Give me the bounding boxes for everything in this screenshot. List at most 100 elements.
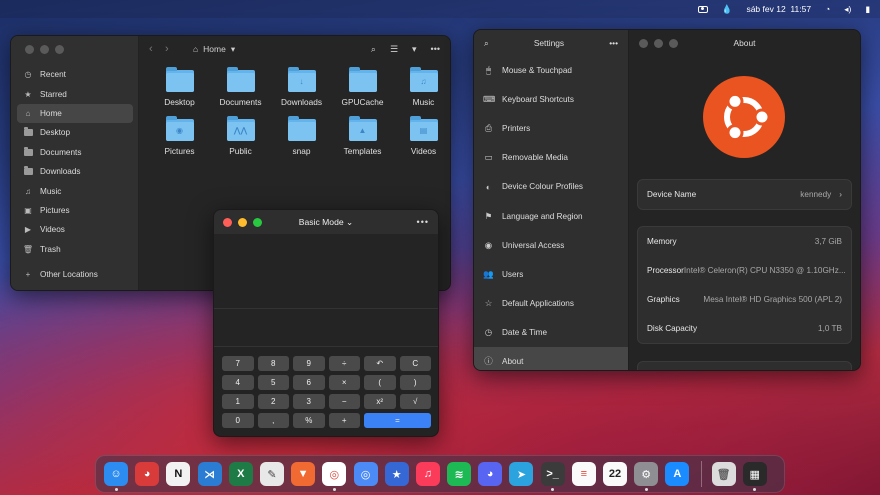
key-button[interactable]: 7 — [222, 356, 254, 371]
key-button[interactable]: 0 — [222, 413, 254, 428]
folder-icon — [23, 146, 33, 157]
chromium-icon[interactable]: ◎ — [353, 462, 378, 486]
device-name-row[interactable]: Device Name kennedy › — [638, 180, 851, 209]
view-options-icon[interactable]: ▾ — [412, 44, 417, 55]
folder-item[interactable]: Desktop — [149, 67, 210, 107]
key-button[interactable]: 5 — [257, 375, 289, 390]
settings-item-printers[interactable]: ⎙ Printers — [474, 114, 628, 143]
key-button[interactable]: 1 — [222, 394, 254, 409]
volume-icon[interactable]: ◂) — [844, 4, 851, 15]
finder-icon[interactable]: ☺ — [104, 462, 128, 491]
folder-item[interactable]: ▲ Templates — [332, 116, 393, 156]
forward-button[interactable]: › — [165, 43, 181, 55]
key-button[interactable]: × — [328, 375, 360, 390]
key-button[interactable]: − — [328, 394, 360, 409]
ghost-icon[interactable]: ◕ — [135, 462, 160, 486]
settings-item-universal-access[interactable]: ◉ Universal Access — [474, 231, 628, 260]
key-button[interactable]: , — [257, 413, 289, 428]
key-button[interactable]: 4 — [222, 375, 254, 390]
mode-selector[interactable]: Basic Mode ⌄ — [214, 217, 438, 228]
key-button[interactable]: ÷ — [328, 356, 360, 371]
path-button[interactable]: ⌂ Home ▾ — [193, 44, 235, 55]
key-button[interactable]: 6 — [293, 375, 325, 390]
terminal-icon[interactable]: >_ — [540, 462, 565, 491]
settings-item-users[interactable]: 👥 Users — [474, 260, 628, 289]
clock-date[interactable]: sáb fev 12 11:57 — [746, 4, 811, 14]
settings-item-default-applications[interactable]: ☆ Default Applications — [474, 289, 628, 318]
reminders-icon[interactable]: ≡ — [571, 462, 596, 486]
folder-item[interactable]: ♫ Music — [393, 67, 450, 107]
key-button[interactable]: % — [293, 413, 325, 428]
search-icon[interactable]: ⌕ — [371, 44, 376, 55]
menu-icon[interactable]: ••• — [431, 44, 440, 54]
excel-icon[interactable]: X — [228, 462, 253, 486]
settings-item-keyboard-shortcuts[interactable]: ⌨ Keyboard Shortcuts — [474, 85, 628, 114]
key-button[interactable]: √ — [399, 394, 431, 409]
folder-item[interactable]: GPUCache — [332, 67, 393, 107]
menu-icon[interactable]: ••• — [609, 38, 618, 48]
folder-item[interactable]: Documents — [210, 67, 271, 107]
calculator-icon[interactable]: ▦ — [742, 462, 767, 491]
chrome-icon[interactable]: ◎ — [322, 462, 347, 491]
maximize-button[interactable] — [55, 45, 64, 54]
sidebar-item-recent[interactable]: ◷ Recent — [17, 65, 133, 84]
key-button[interactable]: C — [399, 356, 431, 371]
key-button[interactable]: + — [328, 413, 360, 428]
sidebar-item-starred[interactable]: ★ Starred — [17, 84, 133, 103]
folder-item[interactable]: ⋀⋀ Public — [210, 116, 271, 156]
sidebar-item-pictures[interactable]: ▣ Pictures — [17, 201, 133, 220]
key-button[interactable]: ) — [399, 375, 431, 390]
color-profile-icon: ◐ — [485, 181, 492, 192]
folder-item[interactable]: ◉ Pictures — [149, 116, 210, 156]
sidebar-item-home[interactable]: ⌂ Home — [17, 103, 133, 124]
settings-item-date-time[interactable]: ◷ Date & Time — [474, 318, 628, 347]
spotify-icon[interactable]: ≋ — [447, 462, 472, 486]
settings-item-removable-media[interactable]: ▭ Removable Media — [474, 143, 628, 172]
sidebar-item-label: Pictures — [40, 205, 70, 215]
sidebar-item-videos[interactable]: ▶ Videos — [17, 220, 133, 239]
settings-item-about[interactable]: ⓘ About — [474, 346, 628, 370]
notes-icon[interactable]: ✎ — [259, 462, 284, 486]
calculator-input[interactable] — [214, 309, 438, 347]
key-button[interactable]: 8 — [257, 356, 289, 371]
close-button[interactable] — [25, 45, 34, 54]
appstore-icon[interactable]: A — [665, 462, 690, 486]
key-button[interactable]: ( — [364, 375, 396, 390]
discord-icon[interactable]: ◕ — [478, 462, 503, 486]
calendar-icon[interactable]: 22 — [603, 462, 627, 486]
folder-item[interactable]: ↓ Downloads — [271, 67, 332, 107]
trash-icon[interactable]: 🗑 — [711, 462, 736, 486]
back-button[interactable]: ‹ — [149, 43, 165, 55]
key-button[interactable]: 3 — [293, 394, 325, 409]
key-button[interactable]: = — [364, 413, 431, 428]
camera-icon[interactable] — [697, 5, 708, 13]
wifi-icon[interactable]: ◔ — [825, 4, 830, 14]
sidebar-item-downloads[interactable]: Downloads — [17, 162, 133, 181]
settings-item-mouse-touchpad[interactable]: 🖱 Mouse & Touchpad — [474, 56, 628, 85]
sidebar-item-music[interactable]: ♫ Music — [17, 181, 133, 200]
starred-icon[interactable]: ★ — [384, 462, 409, 486]
telegram-icon[interactable]: ➤ — [509, 462, 534, 486]
vscode-icon[interactable]: ⋊ — [197, 462, 222, 486]
key-button[interactable]: ↶ — [364, 356, 396, 371]
settings-icon[interactable]: ⚙ — [634, 462, 659, 491]
list-view-icon[interactable]: ☰ — [390, 44, 398, 55]
key-button[interactable]: 9 — [293, 356, 325, 371]
key-button[interactable]: 2 — [257, 394, 289, 409]
notion-icon[interactable]: N — [166, 462, 191, 486]
device-name-card[interactable]: Device Name kennedy › — [637, 179, 852, 210]
sidebar-item-desktop[interactable]: Desktop — [17, 123, 133, 142]
minimize-button[interactable] — [40, 45, 49, 54]
drop-icon[interactable]: 💧 — [722, 4, 733, 15]
folder-item[interactable]: snap — [271, 116, 332, 156]
sidebar-item-other-locations[interactable]: + Other Locations — [17, 265, 133, 284]
sidebar-item-trash[interactable]: 🗑 Trash — [17, 240, 133, 259]
settings-item-language-and-region[interactable]: ⚑ Language and Region — [474, 201, 628, 230]
sidebar-item-documents[interactable]: Documents — [17, 143, 133, 162]
settings-item-device-colour-profiles[interactable]: ◐ Device Colour Profiles — [474, 172, 628, 201]
battery-icon[interactable]: ▮ — [865, 4, 870, 15]
key-button[interactable]: x² — [364, 394, 396, 409]
folder-item[interactable]: ▤ Videos — [393, 116, 450, 156]
music-icon[interactable]: ♫ — [415, 462, 440, 486]
brave-icon[interactable]: ▼ — [291, 462, 316, 486]
